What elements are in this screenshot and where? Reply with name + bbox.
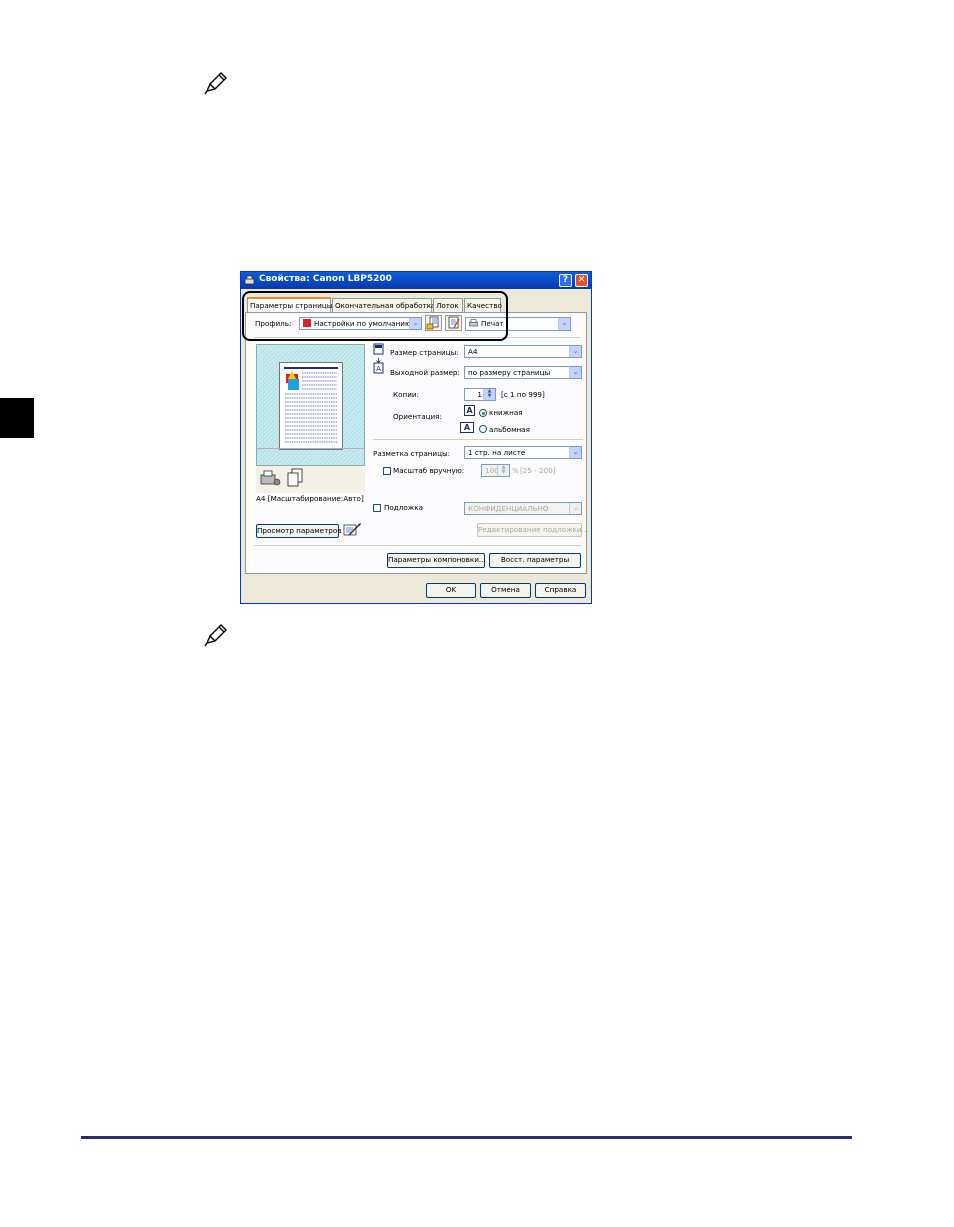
chapter-tab <box>0 398 34 438</box>
output-size-value: по размеру страницы <box>468 368 551 377</box>
copies-stepper[interactable]: 1 ▲ ▼ <box>464 388 496 401</box>
chevron-down-icon: ⌄ <box>569 503 581 514</box>
help-button[interactable]: Справка <box>535 583 586 598</box>
watermark-checkbox[interactable] <box>373 504 381 512</box>
watermark-value: КОНФИДЕНЦИАЛЬНО <box>468 504 549 513</box>
footer-rule <box>81 1136 852 1139</box>
preview-edge <box>257 448 364 449</box>
watermark-label: Подложка <box>384 503 423 512</box>
chevron-down-icon: ⌄ <box>569 346 581 357</box>
copies-value: 1 <box>477 390 482 399</box>
watermark-select[interactable]: КОНФИДЕНЦИАЛЬНО ⌄ <box>464 502 582 515</box>
output-size-select[interactable]: по размеру страницы ⌄ <box>464 366 582 379</box>
page-layout-value: 1 стр. на листе <box>468 448 526 457</box>
landscape-radio[interactable] <box>479 425 487 433</box>
orientation-label: Ориентация: <box>393 412 442 421</box>
spin-arrows-icon[interactable]: ▲ ▼ <box>483 389 495 400</box>
portrait-orientation-icon: A <box>464 405 475 416</box>
output-size-label: Выходной размер: <box>390 368 460 377</box>
divider <box>373 439 583 440</box>
copies-label: Копии: <box>393 390 419 399</box>
portrait-label: книжная <box>489 408 523 417</box>
manual-scale-range: [25 - 200] <box>520 466 556 475</box>
chevron-down-icon: ⌄ <box>569 367 581 378</box>
manual-scale-stepper[interactable]: 100 ▲ ▼ <box>481 464 510 477</box>
page-size-label: Размер страницы: <box>390 348 459 357</box>
spin-arrows-icon[interactable]: ▲ ▼ <box>497 465 509 476</box>
copies-stack-icon <box>287 468 303 487</box>
restore-defaults-button[interactable]: Восст. параметры <box>489 553 581 568</box>
preview-caption: A4 [Масштабирование:Авто] <box>256 494 364 503</box>
title-bar[interactable]: Свойства: Canon LBP5200 ? ✕ <box>241 272 591 289</box>
landscape-label: альбомная <box>489 425 530 434</box>
note-pencil-icon <box>203 70 229 96</box>
printer-properties-dialog: Свойства: Canon LBP5200 ? ✕ Параметры ст… <box>240 271 592 604</box>
view-settings-button[interactable]: Просмотр параметров <box>256 524 341 538</box>
page-size-select[interactable]: A4 ⌄ <box>464 345 582 358</box>
help-title-button[interactable]: ? <box>559 274 572 287</box>
printer-icon <box>244 275 255 286</box>
cancel-button[interactable]: Отмена <box>480 583 531 598</box>
edit-watermark-button[interactable]: Редактирование подложки... <box>477 523 588 537</box>
manual-scale-label: Масштаб вручную: <box>393 466 465 475</box>
preview-page-graphic <box>284 367 338 443</box>
svg-text:A: A <box>376 365 381 373</box>
preview-toolbar <box>256 466 365 493</box>
page-layout-label: Разметка страницы: <box>373 449 451 458</box>
chevron-down-icon: ⌄ <box>569 447 581 458</box>
ok-button[interactable]: OK <box>426 583 476 598</box>
window-title: Свойства: Canon LBP5200 <box>259 274 392 284</box>
note-pencil-icon <box>203 622 229 648</box>
tab-panel: Профиль: Настройки по умолчанию ⌄ Печат … <box>245 312 588 574</box>
copies-range: [с 1 по 999] <box>501 390 545 399</box>
divider <box>254 545 582 546</box>
preview-page <box>279 362 343 450</box>
page-layout-select[interactable]: 1 стр. на листе ⌄ <box>464 446 582 459</box>
manual-scale-checkbox[interactable] <box>383 467 391 475</box>
manual-scale-unit: % <box>512 466 519 475</box>
landscape-orientation-icon: A <box>460 422 474 433</box>
page-preview <box>256 344 365 466</box>
highlight-frame <box>242 291 508 341</box>
page-size-value: A4 <box>468 347 478 356</box>
layout-options-button[interactable]: Параметры компоновки... <box>387 553 486 568</box>
chevron-down-icon: ⌄ <box>558 318 570 330</box>
close-title-button[interactable]: ✕ <box>575 274 588 287</box>
portrait-radio[interactable] <box>479 409 487 417</box>
page-size-icon <box>373 343 384 355</box>
printer-finishing-icon <box>260 470 281 486</box>
settings-tool-icon[interactable] <box>343 522 363 538</box>
output-size-icon: A <box>373 358 384 374</box>
